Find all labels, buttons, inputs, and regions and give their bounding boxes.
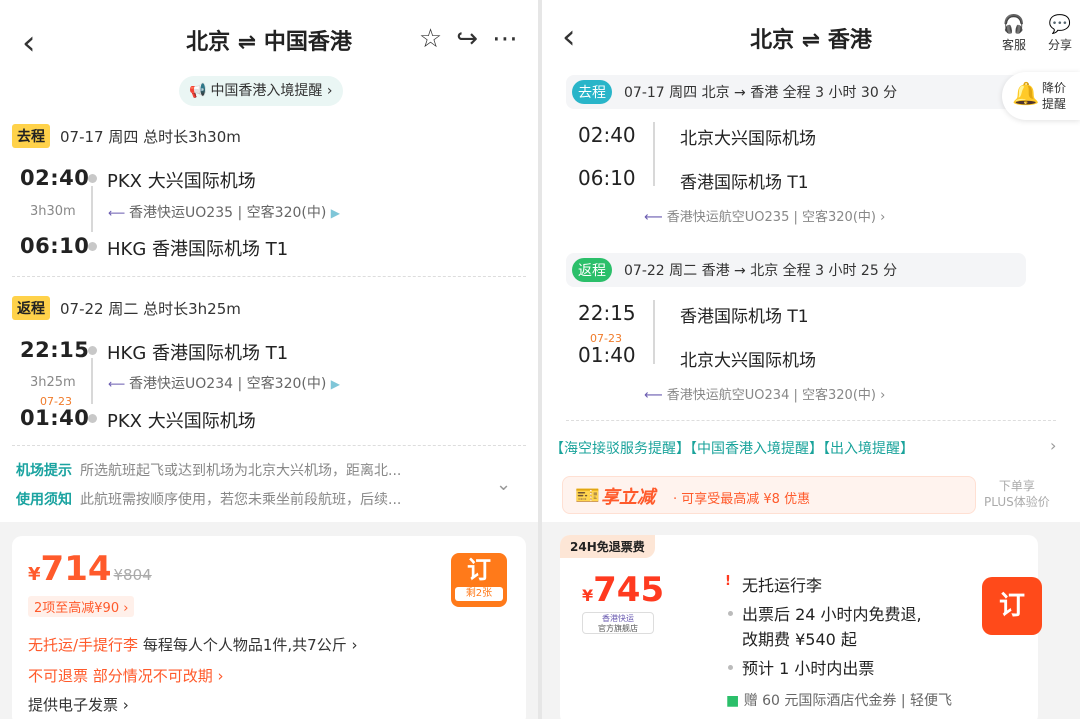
timeline-line	[653, 300, 655, 364]
price: ¥714 ¥804	[28, 549, 152, 589]
return-dep-time: 22:15	[578, 301, 636, 325]
star-icon[interactable]: ☆	[419, 24, 442, 54]
rule-refund: 出票后 24 小时内免费退,	[742, 605, 922, 624]
baggage-rule[interactable]: 无托运/手提行李 每程每人个人物品1件,共7公斤 ›	[28, 634, 357, 655]
header-actions: ☆ ↪ ⋯	[419, 24, 518, 54]
entry-notice-pill[interactable]: 📢 中国香港入境提醒 ›	[179, 76, 343, 106]
arrow-right-icon: ▶	[330, 377, 340, 391]
price-alert-button[interactable]: 🔔 降价 提醒	[1002, 72, 1080, 120]
outbound-date: 07-17 周四 总时长3h30m	[60, 127, 241, 146]
timeline-dot	[88, 414, 97, 423]
share-icon[interactable]: ↪	[456, 24, 478, 54]
chevron-down-icon[interactable]: ⌄	[496, 474, 511, 495]
return-flight-info[interactable]: ⟵ 香港快运航空UO234 | 空客320(中) ›	[644, 384, 885, 403]
rule-baggage: 无托运行李	[742, 576, 823, 595]
coupon-banner[interactable]: 🎫 享立减 · 可享受最高减 ¥8 优惠	[562, 476, 976, 514]
return-arr-airport: 北京大兴国际机场	[680, 351, 816, 371]
wechat-icon: 💬	[1048, 14, 1072, 35]
outbound-header: 去程 07-17 周四 总时长3h30m	[12, 124, 241, 148]
usage-notice[interactable]: 使用须知 此航班需按顺序使用，若您未乘坐前段航班，后续...	[16, 489, 401, 509]
return-dep-airport: HKG 香港国际机场 T1	[107, 343, 289, 364]
right-panel: ‹ 北京 ⇌ 香港 🎧 客服 💬 分享 去程 07-17 周四 北京 → 香港 全程…	[542, 0, 1080, 719]
timeline-dot	[88, 346, 97, 355]
megaphone-icon: 📢	[189, 83, 207, 99]
outbound-dep-time: 02:40	[20, 166, 90, 190]
return-tag: 返程	[12, 296, 50, 320]
more-icon[interactable]: ⋯	[492, 24, 518, 54]
outbound-info: 07-17 周四 北京 → 香港 全程 3 小时 30 分	[624, 85, 898, 101]
outbound-arr-airport: HKG 香港国际机场 T1	[107, 239, 289, 260]
refund-rule[interactable]: 不可退票 部分情况不可改期 ›	[28, 665, 224, 686]
old-price: ¥804	[113, 566, 152, 584]
share-button[interactable]: 💬 分享	[1048, 14, 1072, 53]
headset-icon: 🎧	[1002, 14, 1026, 35]
timeline-line	[91, 358, 93, 404]
outbound-flight-info[interactable]: ⟵ 香港快运航空UO235 | 空客320(中) ›	[644, 206, 885, 225]
coupon-icon: 🎫	[575, 483, 600, 507]
divider	[12, 276, 526, 277]
airline-icon: ⟵	[108, 377, 130, 391]
airline-icon: ⟵	[644, 210, 667, 225]
return-duration: 3h25m	[30, 375, 76, 390]
chevron-right-icon[interactable]: ›	[1050, 436, 1056, 455]
invoice-link[interactable]: 提供电子发票 ›	[28, 694, 129, 715]
timeline-line	[91, 186, 93, 232]
left-panel: ‹ 北京 ⇌ 中国香港 ☆ ↪ ⋯ 📢 中国香港入境提醒 › 去程 07-17 周…	[0, 0, 538, 719]
return-header: 返程 07-22 周二 总时长3h25m	[12, 296, 241, 320]
timeline-dot	[88, 242, 97, 251]
warning-icon: !	[725, 574, 731, 589]
return-flight-info[interactable]: ⟵ 香港快运UO234 | 空客320(中) ▶	[108, 373, 340, 393]
free-refund-tag: 24H免退票费	[560, 535, 655, 558]
return-bar: 返程 07-22 周二 香港 → 北京 全程 3 小时 25 分	[566, 253, 1026, 287]
left-header: ‹ 北京 ⇌ 中国香港 ☆ ↪ ⋯	[0, 0, 538, 80]
price: ¥745	[582, 570, 665, 610]
outbound-dep-airport: 北京大兴国际机场	[680, 129, 816, 149]
airport-tip[interactable]: 机场提示 所选航班起飞或达到机场为北京大兴机场，距离北...	[16, 460, 401, 480]
outbound-arr-time: 06:10	[578, 166, 636, 190]
return-dep-airport: 香港国际机场 T1	[680, 307, 809, 327]
outbound-tag: 去程	[12, 124, 50, 148]
bullet	[728, 665, 733, 670]
outbound-tag: 去程	[572, 80, 612, 104]
reminder-links[interactable]: 【海空接驳服务提醒】【中国香港入境提醒】【出入境提醒】	[550, 438, 914, 458]
page-title: 北京 ⇌ 香港	[750, 28, 872, 53]
airline-icon: ⟵	[644, 388, 667, 403]
return-arr-airport: PKX 大兴国际机场	[107, 411, 256, 432]
gift-info: ■ 赠 60 元国际酒店代金券 | 轻便飞	[726, 693, 953, 709]
return-dep-time: 22:15	[20, 338, 90, 362]
rule-ticketing: 预计 1 小时内出票	[742, 659, 875, 678]
timeline-dot	[88, 174, 97, 183]
return-arr-time: 01:40	[578, 343, 636, 367]
outbound-dep-airport: PKX 大兴国际机场	[107, 171, 256, 192]
header-actions: 🎧 客服 💬 分享	[1002, 14, 1072, 53]
return-arr-time: 01:40	[20, 406, 90, 430]
bell-icon: 🔔	[1012, 82, 1040, 107]
gift-icon: ■	[726, 693, 744, 709]
outbound-arr-time: 06:10	[20, 234, 90, 258]
outbound-duration: 3h30m	[30, 204, 76, 219]
plus-price-hint: 下单享 PLUS体验价	[984, 479, 1050, 509]
airline-logo: 香港快运 官方旗舰店	[582, 612, 654, 634]
divider	[12, 445, 526, 446]
rule-change-fee: 改期费 ¥540 起	[742, 630, 857, 649]
remaining-tickets: 剩2张	[455, 587, 503, 601]
book-button[interactable]: 订	[982, 577, 1042, 635]
outbound-bar: 去程 07-17 周四 北京 → 香港 全程 3 小时 30 分	[566, 75, 1026, 109]
discount-link[interactable]: 2项至高减¥90 ›	[28, 596, 135, 617]
outbound-arr-airport: 香港国际机场 T1	[680, 173, 809, 193]
outbound-dep-time: 02:40	[578, 123, 636, 147]
outbound-flight-info[interactable]: ⟵ 香港快运UO235 | 空客320(中) ▶	[108, 202, 340, 222]
bullet	[728, 611, 733, 616]
customer-service-button[interactable]: 🎧 客服	[1002, 14, 1026, 53]
airline-icon: ⟵	[108, 206, 130, 220]
return-info: 07-22 周二 香港 → 北京 全程 3 小时 25 分	[624, 263, 898, 279]
book-button[interactable]: 订 剩2张	[451, 553, 507, 607]
return-date: 07-22 周二 总时长3h25m	[60, 299, 241, 318]
return-tag: 返程	[572, 258, 612, 282]
divider	[566, 420, 1056, 421]
timeline-line	[653, 122, 655, 186]
arrow-right-icon: ▶	[330, 206, 340, 220]
